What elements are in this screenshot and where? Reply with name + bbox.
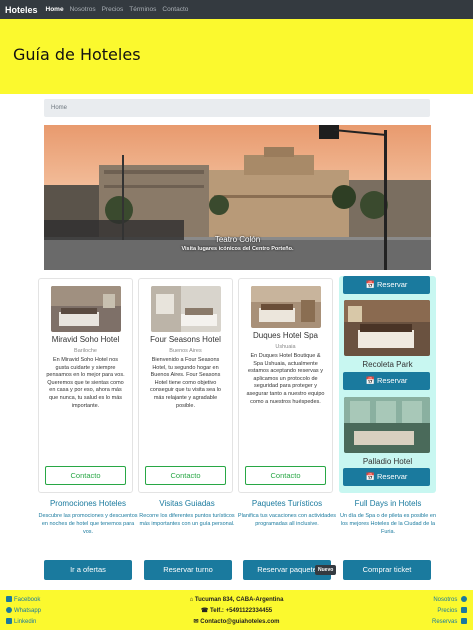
promo-description: Un día de Spa o de pileta es posible en … [339,513,436,535]
breadcrumb: Home [44,99,430,117]
footer-email: ✉ Contacto@guiahoteles.com [0,617,473,628]
nav-home[interactable]: Home [46,6,64,13]
footer-link-reservas[interactable]: Reservas [432,617,467,628]
hotel-city: Ushuaia [275,344,296,350]
reservar-button[interactable]: 📅 Reservar [343,468,430,486]
promo-block: Paquetes Turísticos Planifica tus vacaci… [237,499,337,528]
tag-icon [461,607,467,613]
calendar-icon: 📅 [365,376,375,385]
hotel-description: En Miravid Soho Hotel nos gusta cuidarte… [46,357,125,409]
calendar-icon [461,618,467,624]
reservar-label: Reservar [377,472,408,481]
promo-description: Planifica tus vacaciones con actividades… [237,513,337,527]
address-text: Tucuman 834, CABA-Argentina [194,597,284,603]
calendar-icon: 📅 [365,280,375,289]
email-text[interactable]: Contacto@guiahoteles.com [200,619,279,625]
contact-button[interactable]: Contacto [145,466,226,485]
promo-title: Full Days in Hotels [354,499,422,508]
hotel-name: Miravid Soho Hotel [51,335,120,344]
ofertas-button[interactable]: Ir a ofertas [44,560,132,580]
hotel-description: Bienvenido a Four Seasons Hotel, tu segu… [150,357,221,409]
promo-description: Descubre las promociones y descuentos en… [38,513,138,535]
hotel-card: Duques Hotel Spa Ushuaia En Duques Hotel… [238,278,333,493]
footer-address: ⌂ Tucuman 834, CABA-Argentina [0,595,473,606]
home-icon: ⌂ [189,597,194,603]
precios-label: Precios [437,608,458,614]
globe-icon [461,596,467,602]
hero-subtitle: Visita lugares icónicos del Centro Porte… [181,246,294,252]
reservar-label: Reservar [377,280,408,289]
nav-precios[interactable]: Precios [102,6,124,13]
comprar-ticket-button[interactable]: Comprar ticket [343,560,431,580]
contact-button[interactable]: Contacto [245,466,326,485]
hero-caption: Teatro Colón Visita lugares icónicos del… [44,235,431,252]
hotel-name: Four Seasons Hotel [150,335,221,344]
calendar-icon: 📅 [365,472,375,481]
hotel-city: Bariloche [74,348,97,354]
hotel-photo [344,300,430,356]
promo-block: Full Days in Hotels Un día de Spa o de p… [338,499,438,536]
promo-block: Promociones Hoteles Descubre las promoci… [38,499,138,536]
promo-title: Promociones Hoteles [49,499,127,508]
footer-links: Nosotros Precios Reservas [432,595,467,628]
hotel-photo [50,286,121,332]
page-header: Guía de Hoteles [0,19,473,94]
reservar-turno-button[interactable]: Reservar turno [144,560,232,580]
nav-nosotros[interactable]: Nosotros [70,6,96,13]
reservar-button[interactable]: 📅 Reservar [343,372,430,390]
phone-text: Telf.: +5491122334455 [210,608,273,614]
brand-logo[interactable]: Hoteles [5,5,38,15]
contact-button[interactable]: Contacto [45,466,126,485]
footer-link-nosotros[interactable]: Nosotros [432,595,467,606]
phone-icon: ☎ [200,608,209,614]
promo-block: Visitas Guiadas Recorre los diferentes p… [137,499,237,528]
promo-title: Paquetes Turísticos [251,499,323,508]
promo-title: Visitas Guiadas [159,499,215,508]
nosotros-label: Nosotros [433,597,458,603]
hotel-city: Buenos Aires [169,348,202,354]
hotel-photo [250,286,321,328]
footer-contact: ⌂ Tucuman 834, CABA-Argentina ☎ Telf.: +… [0,595,473,628]
footer-link-precios[interactable]: Precios [432,606,467,617]
hotel-description: En Duques Hotel Boutique & Spa Ushuaia, … [246,353,325,405]
reservar-label: Reservar [377,376,408,385]
hotel-card: Four Seasons Hotel Buenos Aires Bienveni… [138,278,233,493]
reservar-button[interactable]: 📅 Reservar [343,276,430,294]
hero-title: Teatro Colón [214,235,261,244]
reservas-label: Reservas [431,619,458,625]
nav-terminos[interactable]: Términos [129,6,156,13]
footer-phone: ☎ Telf.: +5491122334455 [0,606,473,617]
hotel-photo [344,397,430,453]
promo-description: Recorre los diferentes puntos turísticos… [139,513,235,527]
hero-carousel[interactable]: Teatro Colón Visita lugares icónicos del… [44,125,431,270]
booking-column: 📅 Reservar Recoleta Park 📅 Reservar Pall… [339,276,436,493]
hotel-name: Recoleta Park [362,360,413,369]
hotel-card: Miravid Soho Hotel Bariloche En Miravid … [38,278,133,493]
breadcrumb-home[interactable]: Home [51,105,67,111]
page-title: Guía de Hoteles [13,45,141,64]
nav-contacto[interactable]: Contacto [162,6,188,13]
new-badge: Nuevo [315,565,337,575]
hotel-name: Palladio Hotel [362,457,413,466]
hotel-photo [150,286,221,332]
envelope-icon: ✉ [193,619,199,625]
navbar: Hoteles Home Nosotros Precios Términos C… [0,0,473,19]
footer: Facebook Whatsapp Linkedin ⌂ Tucuman 834… [0,590,473,630]
hotel-name: Duques Hotel Spa [253,331,318,340]
